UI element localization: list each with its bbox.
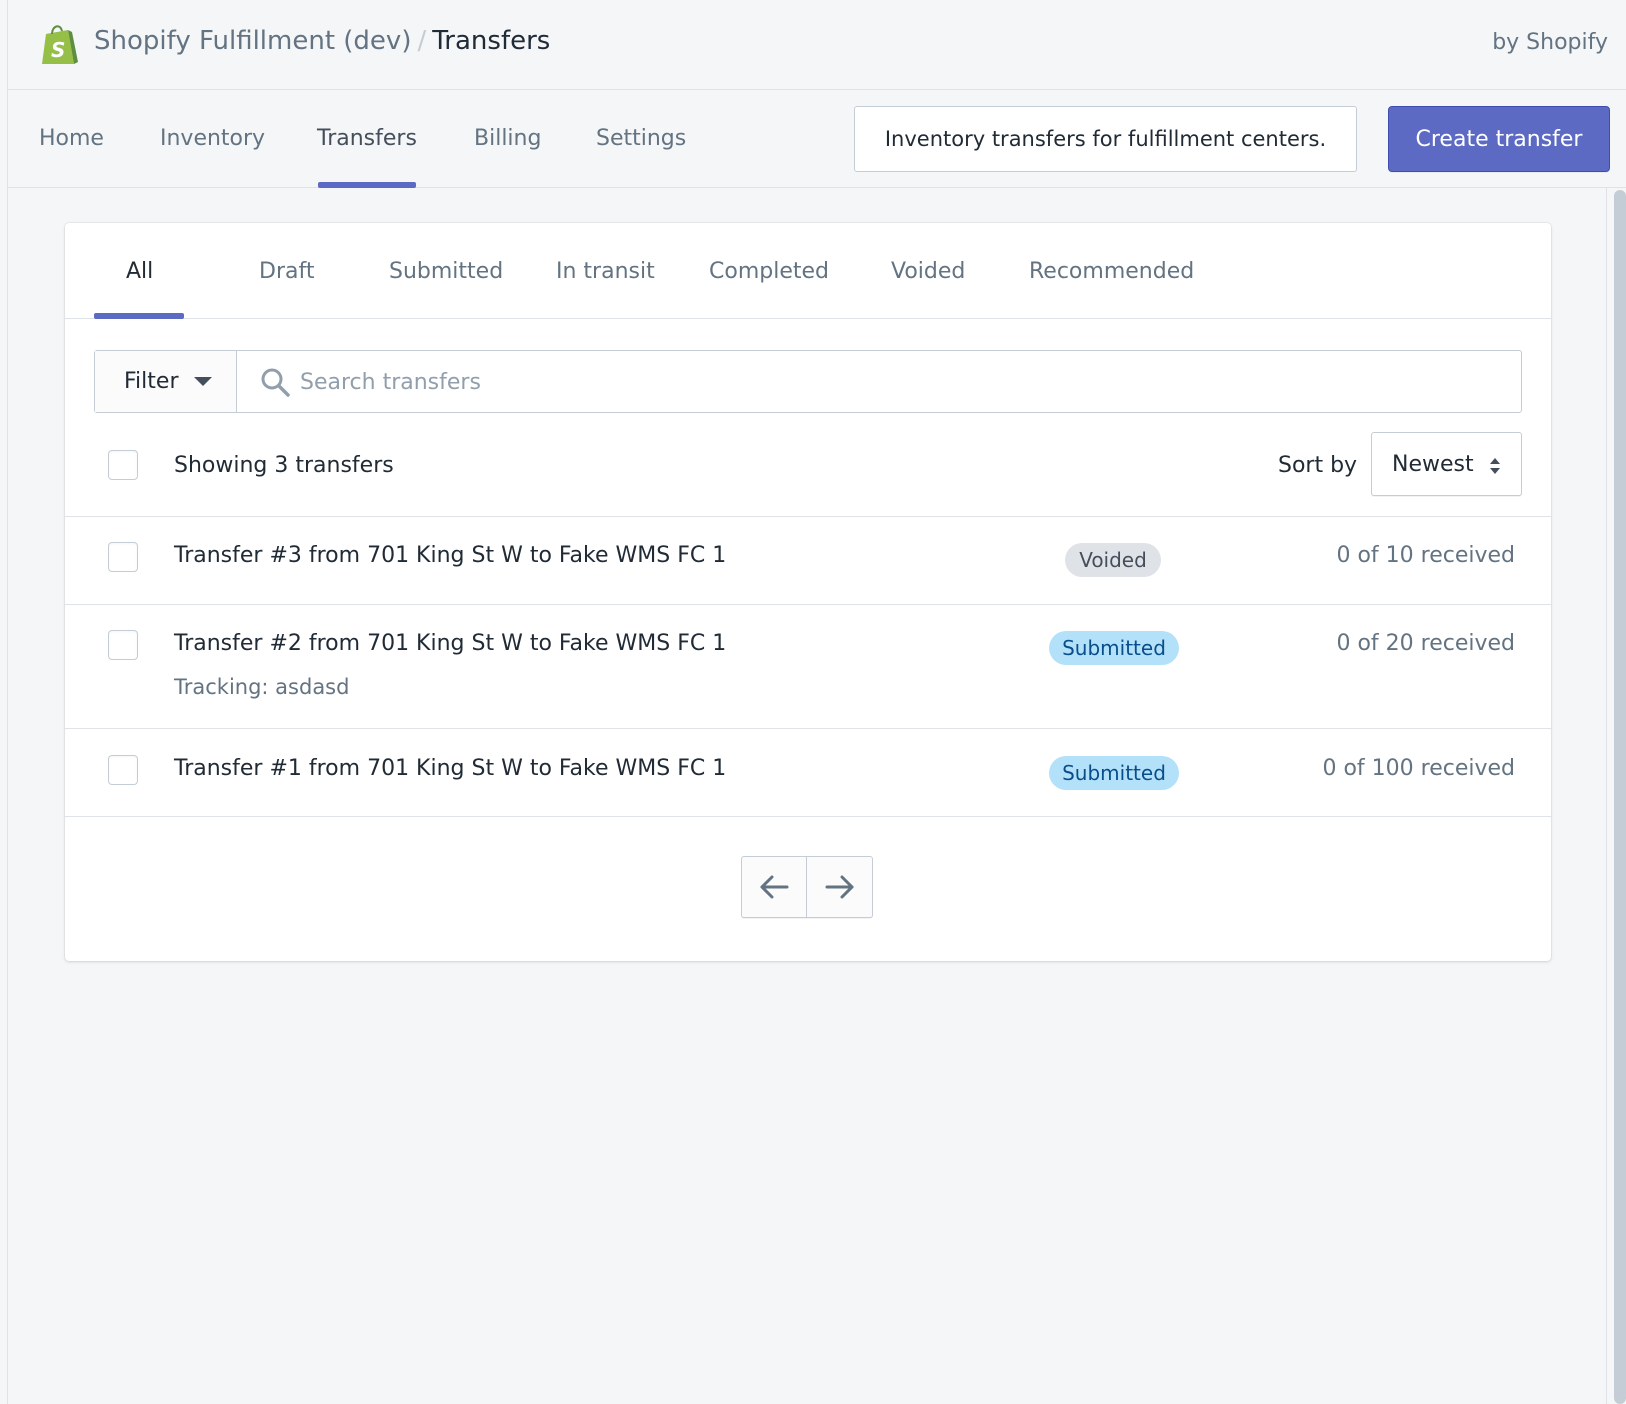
sort-select-value: Newest: [1392, 451, 1474, 477]
breadcrumb: Shopify Fulfillment (dev) / Transfers: [94, 26, 550, 56]
nav-active-indicator: [318, 182, 416, 188]
search-input[interactable]: [300, 361, 1500, 403]
arrow-left-icon: [760, 875, 789, 899]
nav-inventory[interactable]: Inventory: [160, 126, 265, 151]
row-checkbox[interactable]: [108, 542, 138, 572]
nav-home[interactable]: Home: [39, 126, 104, 151]
tab-in-transit[interactable]: In transit: [556, 259, 655, 284]
transfer-title-link[interactable]: Transfer #2 from 701 King St W to Fake W…: [174, 631, 726, 656]
tab-all[interactable]: All: [126, 259, 153, 284]
create-transfer-button[interactable]: Create transfer: [1388, 106, 1610, 172]
row-divider: [65, 516, 1551, 517]
transfer-title-link[interactable]: Transfer #1 from 701 King St W to Fake W…: [174, 756, 726, 781]
received-count: 0 of 10 received: [1336, 543, 1515, 568]
nav-settings[interactable]: Settings: [596, 126, 686, 151]
byline: by Shopify: [1492, 30, 1608, 55]
tab-active-indicator: [94, 313, 184, 319]
arrow-right-icon: [825, 875, 853, 899]
scrollbar-thumb[interactable]: [1614, 190, 1626, 1404]
select-all-checkbox[interactable]: [108, 450, 138, 480]
transfers-card: All Draft Submitted In transit Completed…: [65, 223, 1551, 961]
row-divider: [65, 604, 1551, 605]
status-badge: Submitted: [1049, 631, 1179, 665]
tracking-info: Tracking: asdasd: [174, 675, 350, 699]
breadcrumb-separator: /: [417, 26, 427, 56]
row-checkbox[interactable]: [108, 630, 138, 660]
row-divider: [65, 816, 1551, 817]
nav-billing[interactable]: Billing: [474, 126, 541, 151]
breadcrumb-current-page: Transfers: [432, 26, 551, 56]
search-icon: [261, 368, 290, 397]
status-badge: Voided: [1065, 543, 1161, 577]
sort-select[interactable]: Newest: [1371, 432, 1522, 496]
top-bar: S Shopify Fulfillment (dev) / Transfers by…: [8, 0, 1626, 90]
sort-label: Sort by: [1278, 453, 1358, 478]
caret-down-icon: [194, 377, 213, 386]
status-badge: Submitted: [1049, 756, 1179, 790]
tab-draft[interactable]: Draft: [259, 259, 314, 284]
main-nav: Home Inventory Transfers Billing Setting…: [8, 91, 1626, 188]
received-count: 0 of 20 received: [1336, 631, 1515, 656]
row-divider: [65, 728, 1551, 729]
showing-count: Showing 3 transfers: [174, 453, 394, 478]
tab-completed[interactable]: Completed: [709, 259, 829, 284]
transfer-title-link[interactable]: Transfer #3 from 701 King St W to Fake W…: [174, 543, 726, 568]
tab-submitted[interactable]: Submitted: [389, 259, 503, 284]
row-checkbox[interactable]: [108, 755, 138, 785]
select-arrows-icon: [1490, 458, 1500, 474]
previous-page-button[interactable]: [741, 856, 807, 918]
left-border: [7, 0, 8, 1404]
info-banner: Inventory transfers for fulfillment cent…: [854, 106, 1357, 172]
nav-transfers[interactable]: Transfers: [317, 126, 417, 151]
tab-voided[interactable]: Voided: [891, 259, 965, 284]
filter-bar: Filter: [94, 350, 1522, 413]
svg-text:S: S: [51, 38, 65, 62]
filter-button[interactable]: Filter: [95, 351, 237, 412]
tab-recommended[interactable]: Recommended: [1029, 259, 1194, 284]
next-page-button[interactable]: [807, 856, 873, 918]
shopify-logo-icon: S: [42, 25, 78, 64]
received-count: 0 of 100 received: [1322, 756, 1515, 781]
breadcrumb-app-link[interactable]: Shopify Fulfillment (dev): [94, 26, 411, 56]
status-tabs: All Draft Submitted In transit Completed…: [65, 223, 1551, 319]
filter-button-label: Filter: [124, 369, 179, 394]
